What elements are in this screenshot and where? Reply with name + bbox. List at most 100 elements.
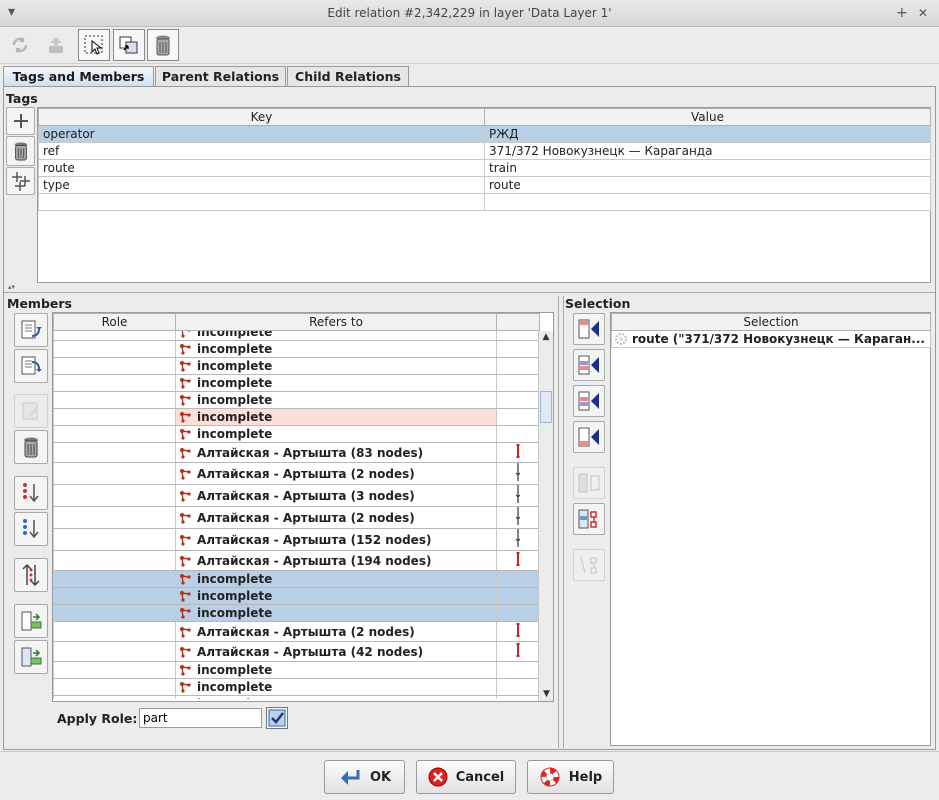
tag-value-cell[interactable]: train	[484, 159, 931, 177]
splitter-arrows-icon[interactable]: ▴▾	[8, 283, 15, 291]
member-ref-cell[interactable]: incomplete	[175, 357, 497, 375]
member-row[interactable]: Алтайская - Артышта (42 nodes)	[53, 641, 540, 662]
link-column-header[interactable]	[496, 313, 540, 331]
add-at-end-button[interactable]	[573, 421, 605, 453]
key-column-header[interactable]: Key	[38, 108, 485, 126]
tag-value-cell[interactable]	[484, 193, 931, 211]
member-ref-cell[interactable]: incomplete	[175, 391, 497, 409]
member-row[interactable]: incomplete	[53, 425, 540, 443]
member-row[interactable]: incomplete	[53, 357, 540, 375]
member-role-cell[interactable]	[53, 374, 176, 392]
tag-value-cell[interactable]: route	[484, 176, 931, 194]
member-ref-cell[interactable]: Алтайская - Артышта (2 nodes)	[175, 462, 497, 485]
tag-key-cell[interactable]: type	[38, 176, 485, 194]
add-tag-button[interactable]	[6, 107, 35, 135]
member-role-cell[interactable]	[53, 550, 176, 571]
member-role-cell[interactable]	[53, 331, 176, 341]
member-row[interactable]: incomplete	[53, 374, 540, 392]
member-role-cell[interactable]	[53, 408, 176, 426]
member-role-cell[interactable]	[53, 462, 176, 485]
member-row[interactable]: incomplete	[53, 587, 540, 605]
member-row[interactable]: Алтайская - Артышта (3 nodes)	[53, 484, 540, 507]
tab-child-relations[interactable]: Child Relations	[287, 66, 409, 86]
role-column-header[interactable]: Role	[53, 313, 176, 331]
member-row[interactable]: incomplete	[53, 391, 540, 409]
member-ref-cell[interactable]: Алтайская - Артышта (194 nodes)	[175, 550, 497, 571]
member-ref-cell[interactable]: incomplete	[175, 425, 497, 443]
member-role-cell[interactable]	[53, 484, 176, 507]
member-row[interactable]: Алтайская - Артышта (194 nodes)	[53, 550, 540, 571]
member-ref-cell[interactable]: incomplete	[175, 340, 497, 358]
member-role-cell[interactable]	[53, 391, 176, 409]
tag-key-cell[interactable]: ref	[38, 142, 485, 160]
select-in-relation-button[interactable]	[573, 503, 605, 535]
value-column-header[interactable]: Value	[484, 108, 931, 126]
member-ref-cell[interactable]: incomplete	[175, 604, 497, 622]
member-row[interactable]: incomplete	[53, 604, 540, 622]
selection-row[interactable]: route ("371/372 Новокузнецк — Караган...	[611, 330, 931, 348]
member-row[interactable]: Алтайская - Артышта (152 nodes)	[53, 528, 540, 551]
member-ref-cell[interactable]: Алтайская - Артышта (152 nodes)	[175, 528, 497, 551]
member-row[interactable]: incomplete	[53, 661, 540, 679]
member-ref-cell[interactable]: Алтайская - Артышта (2 nodes)	[175, 621, 497, 642]
member-role-cell[interactable]	[53, 425, 176, 443]
member-row[interactable]: incomplete	[53, 695, 540, 699]
scrollbar-thumb[interactable]	[540, 391, 552, 423]
member-row[interactable]: incomplete	[53, 408, 540, 426]
selection-column-header[interactable]: Selection	[611, 313, 931, 331]
move-up-button[interactable]	[14, 313, 48, 347]
edit-member-button[interactable]	[14, 394, 48, 428]
tab-parent-relations[interactable]: Parent Relations	[155, 66, 286, 86]
member-row[interactable]: incomplete	[53, 570, 540, 588]
delete-relation-button[interactable]	[147, 29, 179, 61]
member-ref-cell[interactable]: incomplete	[175, 587, 497, 605]
delete-tag-button[interactable]	[6, 136, 35, 166]
zoom-to-relation-button[interactable]	[113, 29, 145, 61]
member-row[interactable]: incomplete	[53, 340, 540, 358]
member-role-cell[interactable]	[53, 570, 176, 588]
add-selected-at-end-button[interactable]	[14, 640, 48, 674]
member-role-cell[interactable]	[53, 506, 176, 529]
member-role-cell[interactable]	[53, 621, 176, 642]
member-row[interactable]: Алтайская - Артышта (83 nodes)	[53, 442, 540, 463]
tag-row[interactable]: type route	[38, 176, 931, 194]
tag-value-cell[interactable]: 371/372 Новокузнецк — Караганда	[484, 142, 931, 160]
move-down-button[interactable]	[14, 349, 48, 383]
member-row[interactable]: Алтайская - Артышта (2 nodes)	[53, 462, 540, 485]
reverse-members-button[interactable]	[14, 558, 48, 592]
add-before-button[interactable]	[573, 349, 605, 381]
selection-cell[interactable]: route ("371/372 Новокузнецк — Караган...	[611, 330, 931, 348]
scroll-up-icon[interactable]: ▲	[539, 332, 553, 342]
cancel-button[interactable]: Cancel	[416, 760, 516, 794]
member-ref-cell[interactable]: Алтайская - Артышта (3 nodes)	[175, 484, 497, 507]
vertical-splitter[interactable]	[558, 296, 564, 748]
member-ref-cell[interactable]: Алтайская - Артышта (83 nodes)	[175, 442, 497, 463]
help-button[interactable]: Help	[527, 760, 614, 794]
member-row[interactable]: Алтайская - Артышта (2 nodes)	[53, 621, 540, 642]
sort-below-button[interactable]	[14, 512, 48, 546]
member-role-cell[interactable]	[53, 641, 176, 662]
apply-role-button[interactable]	[266, 707, 288, 729]
member-role-cell[interactable]	[53, 587, 176, 605]
upload-button[interactable]	[40, 29, 72, 61]
tag-row[interactable]: ref 371/372 Новокузнецк — Караганда	[38, 142, 931, 160]
member-ref-cell[interactable]: incomplete	[175, 570, 497, 588]
member-role-cell[interactable]	[53, 528, 176, 551]
tag-key-cell[interactable]	[38, 193, 485, 211]
paste-tags-button[interactable]	[6, 167, 35, 195]
member-ref-cell[interactable]: Алтайская - Артышта (2 nodes)	[175, 506, 497, 529]
member-row[interactable]: incomplete	[53, 678, 540, 696]
member-row[interactable]: Алтайская - Артышта (2 nodes)	[53, 506, 540, 529]
remove-selected-button[interactable]	[573, 467, 605, 499]
tag-row[interactable]: operator РЖД	[38, 125, 931, 143]
member-ref-cell[interactable]: incomplete	[175, 678, 497, 696]
close-icon[interactable]: ✕	[918, 6, 928, 20]
select-members-button[interactable]	[78, 29, 110, 61]
refresh-button[interactable]	[4, 29, 36, 61]
add-selected-at-start-button[interactable]	[14, 604, 48, 638]
add-after-button[interactable]	[573, 385, 605, 417]
member-role-cell[interactable]	[53, 442, 176, 463]
tag-key-cell[interactable]: operator	[38, 125, 485, 143]
member-role-cell[interactable]	[53, 604, 176, 622]
member-ref-cell[interactable]: incomplete	[175, 661, 497, 679]
